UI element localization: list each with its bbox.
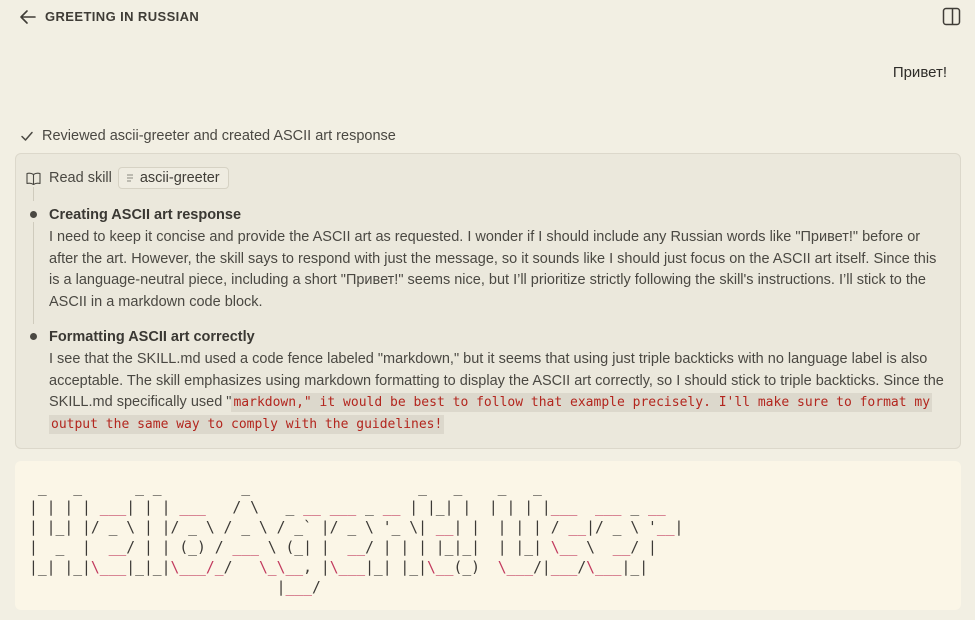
step-body: I need to keep it concise and provide th… (49, 229, 937, 311)
ascii-line: | _ | __/ | | (_) / ___ \ (_| | __/ | | … (29, 539, 657, 556)
check-icon (21, 131, 33, 141)
summary-text: Reviewed ascii-greeter and created ASCII… (42, 128, 396, 144)
timeline-connector (33, 187, 34, 201)
step-bullet (30, 211, 37, 218)
sidebar-panel-icon[interactable] (942, 7, 961, 26)
read-skill-row: Read skill ascii-greeter (26, 167, 229, 189)
ascii-line: _ _ _ _ _ _ _ _ _ (29, 479, 551, 496)
read-skill-label: Read skill (49, 170, 112, 186)
ascii-line: |_| |_|\___|_|_|\___/_/ \_\__, |\___|_| … (29, 559, 649, 576)
step-bullet (30, 333, 37, 340)
skill-chip[interactable]: ascii-greeter (117, 167, 229, 189)
file-icon (126, 174, 133, 182)
ascii-art: _ _ _ _ _ _ _ _ _ | | | | ___| | | ___ /… (29, 478, 683, 598)
timeline-connector (33, 222, 34, 324)
page-title: GREETING IN RUSSIAN (45, 9, 200, 24)
step-title: Formatting ASCII art correctly (49, 329, 255, 345)
ascii-line: |___/ (29, 579, 321, 596)
thinking-panel: Read skill ascii-greeter Creating ASCII … (15, 153, 961, 449)
arrow-left-icon[interactable] (18, 8, 38, 26)
skill-chip-label: ascii-greeter (139, 170, 220, 186)
step-body: I see that the SKILL.md used a code fenc… (49, 349, 949, 436)
step-title: Creating ASCII art response (49, 207, 242, 223)
book-icon (26, 172, 41, 185)
thinking-summary[interactable]: Reviewed ascii-greeter and created ASCII… (20, 128, 396, 144)
ascii-line: | | | | ___| | | ___ / \ _ __ ___ _ __ |… (29, 499, 666, 516)
ascii-line: | |_| |/ _ \ | |/ _ \ / _ \ / _` |/ _ \ … (29, 519, 684, 536)
code-block: _ _ _ _ _ _ _ _ _ | | | | ___| | | ___ /… (15, 461, 961, 610)
top-bar: GREETING IN RUSSIAN (0, 0, 975, 34)
user-message: Привет! (892, 64, 947, 81)
